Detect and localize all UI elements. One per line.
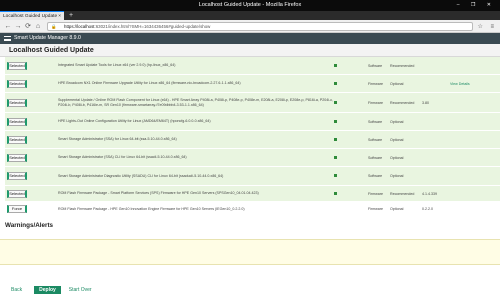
select-toggle-button[interactable]: Selected [7, 172, 27, 180]
reload-icon[interactable]: ⟳ [23, 22, 33, 30]
component-criticality: Recommended [390, 63, 415, 68]
component-description: ROM Flash Firmware Package - HPE Gen10 I… [58, 206, 245, 211]
component-criticality: Optional [390, 155, 404, 160]
warnings-title: Warnings/Alerts [5, 222, 54, 229]
window-title: Localhost Guided Update - Mozilla Firefo… [198, 2, 302, 8]
forward-arrow-icon[interactable]: → [13, 23, 23, 30]
component-description: Smart Storage Administrator Diagnostic U… [58, 173, 224, 178]
back-arrow-icon[interactable]: ← [3, 23, 13, 30]
table-row: Selected Smart Storage Administrator (SS… [5, 149, 500, 167]
status-indicator [334, 100, 337, 104]
select-toggle-button[interactable]: Selected [7, 153, 27, 162]
component-criticality: Optional [390, 137, 404, 142]
close-tab-icon[interactable]: × [58, 12, 61, 21]
warnings-panel [0, 239, 500, 265]
component-type: Software [368, 174, 383, 178]
browser-tab[interactable]: Localhost Guided Update × [0, 11, 64, 20]
tab-bar: Localhost Guided Update × + [0, 11, 500, 20]
component-type: Firmware [368, 81, 383, 86]
table-row: Selected Integrated Smart Update Tools f… [5, 57, 500, 75]
component-description: Smart Storage Administrator (SSA) for Li… [58, 137, 177, 142]
component-version: 4.1.4.339 [422, 191, 437, 196]
component-type: Firmware [368, 100, 383, 105]
component-version: 0.2.2.0 [422, 207, 433, 211]
table-row: Selected Supplemental Update / Online RO… [5, 93, 500, 113]
component-type: Software [368, 155, 383, 160]
table-row: Selected HPE Lights-Out Online Configura… [5, 113, 500, 131]
status-indicator [334, 174, 337, 177]
home-icon[interactable]: ⌂ [33, 23, 43, 30]
table-row: Force ROM Flash Firmware Package - HPE G… [5, 202, 500, 217]
table-row: Selected ROM Flash Firmware Package - Sm… [5, 186, 500, 202]
force-toggle-button[interactable]: Force [7, 205, 27, 213]
url-host: https://localhost [64, 23, 95, 29]
component-criticality: Optional [390, 81, 404, 86]
window-controls[interactable]: – ❐ ✕ [457, 0, 496, 11]
toolbar-icons[interactable]: ☆ ≡ [477, 23, 497, 30]
lock-icon: 🔒 [51, 23, 57, 29]
tab-label: Localhost Guided Update [3, 14, 58, 19]
component-criticality: Recommended [390, 100, 415, 105]
component-criticality: Optional [390, 174, 404, 178]
status-indicator [334, 63, 337, 67]
app-header: Smart Update Manager 8.9.0 [0, 33, 500, 44]
view-details-link[interactable]: View Details [450, 82, 470, 86]
select-toggle-button[interactable]: Selected [7, 189, 27, 198]
select-toggle-button[interactable]: Selected [7, 79, 27, 88]
component-description: Smart Storage Administrator (SSA) CLI fo… [58, 155, 187, 160]
select-toggle-button[interactable]: Selected [7, 98, 27, 107]
deploy-button[interactable]: Deploy [34, 286, 61, 294]
status-indicator [334, 81, 337, 85]
footer-actions: Back Deploy Start Over [0, 285, 500, 295]
component-version: 3.80 [422, 100, 429, 105]
select-toggle-button[interactable]: Selected [7, 135, 27, 144]
new-tab-icon[interactable]: + [69, 11, 73, 20]
status-indicator [334, 137, 337, 141]
page-title: Localhost Guided Update [0, 44, 500, 57]
navigation-bar: ← → ⟳ ⌂ 🔒 https://localhost:63021/index.… [0, 20, 500, 33]
table-row: Selected Smart Storage Administrator Dia… [5, 167, 500, 186]
component-description: ROM Flash Firmware Package - Smart Platf… [58, 191, 259, 196]
component-type: Software [368, 63, 383, 68]
component-type: Software [368, 119, 383, 124]
component-criticality: Optional [390, 119, 404, 124]
status-indicator [334, 191, 337, 195]
component-criticality: Optional [390, 207, 404, 211]
select-toggle-button[interactable]: Selected [7, 117, 27, 126]
table-row: Selected HPE Broadcom NX1 Online Firmwar… [5, 75, 500, 93]
window-titlebar: Localhost Guided Update - Mozilla Firefo… [0, 0, 500, 11]
component-type: Firmware [368, 207, 383, 211]
start-over-button[interactable]: Start Over [69, 287, 92, 293]
menu-icon[interactable] [4, 36, 11, 41]
app-name: Smart Update Manager 8.9.0 [14, 35, 81, 41]
component-type: Software [368, 137, 383, 142]
component-type: Firmware [368, 191, 383, 196]
component-description: Integrated Smart Update Tools for Linux … [58, 63, 176, 68]
component-description: HPE Broadcom NX1 Online Firmware Upgrade… [58, 81, 241, 86]
table-row: Selected Smart Storage Administrator (SS… [5, 131, 500, 149]
component-criticality: Recommended [390, 191, 415, 196]
back-button[interactable]: Back [11, 287, 22, 293]
status-indicator [334, 119, 337, 123]
select-toggle-button[interactable]: Selected [7, 61, 27, 70]
component-description: Supplemental Update / Online ROM Flash C… [58, 98, 334, 107]
component-description: HPE Lights-Out Online Configuration Util… [58, 119, 211, 124]
url-path: :63021/index.html?SMH=1634436456#guided-… [94, 23, 211, 29]
status-indicator [334, 155, 337, 159]
components-table: Selected Integrated Smart Update Tools f… [5, 57, 500, 217]
address-bar[interactable]: 🔒 https://localhost:63021/index.html?SMH… [47, 21, 474, 31]
